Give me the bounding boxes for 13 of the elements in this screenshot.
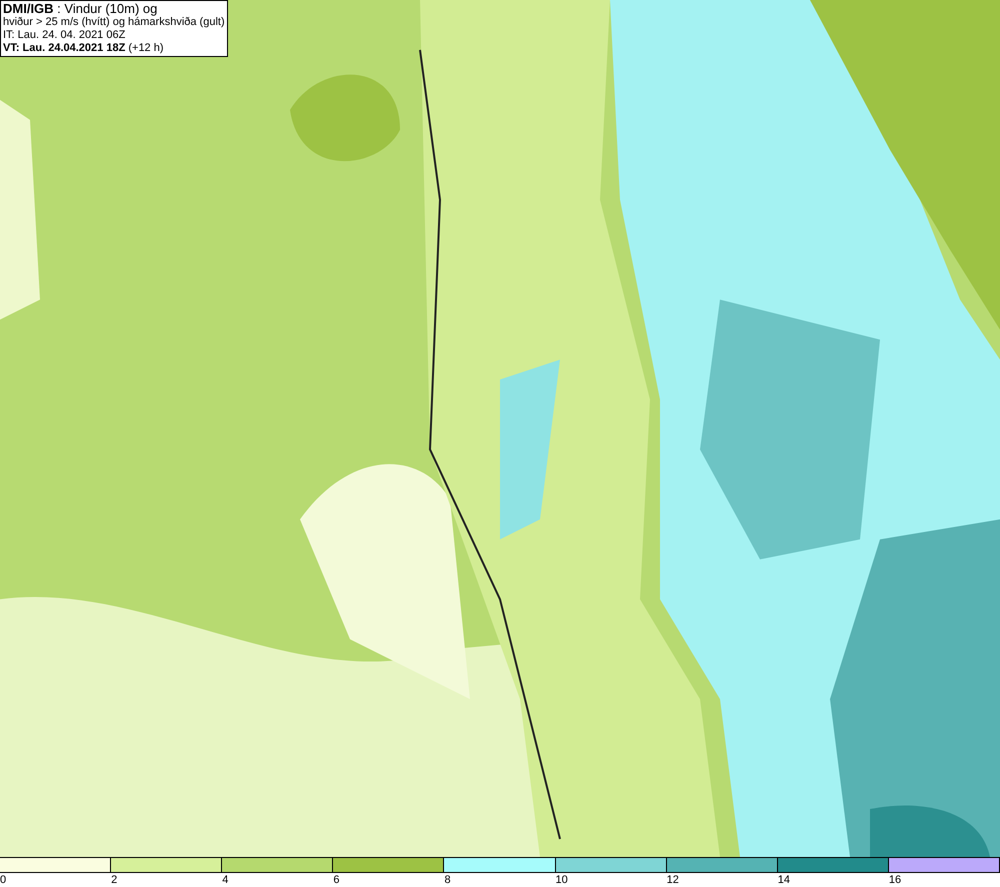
- legend-label: 10: [556, 873, 568, 887]
- legend-label: 8: [444, 873, 451, 887]
- title-line: IT: Lau. 24. 04. 2021 06Z: [3, 29, 126, 42]
- title-line: DMI/IGB : Vindur (10m) og: [3, 2, 158, 16]
- legend-label: 6: [333, 873, 340, 887]
- legend-label: 0: [0, 873, 6, 887]
- legend-label: 2: [111, 873, 118, 887]
- legend-label: 4: [222, 873, 228, 887]
- legend-label: 14: [778, 873, 790, 887]
- title-line: hviður > 25 m/s (hvítt) og hámarkshviða (gult): [3, 16, 225, 29]
- legend-label: 12: [666, 873, 679, 887]
- title-line: VT: Lau. 24.04.2021 18Z (+12 h): [3, 42, 165, 55]
- legend-label: 16: [888, 873, 902, 887]
